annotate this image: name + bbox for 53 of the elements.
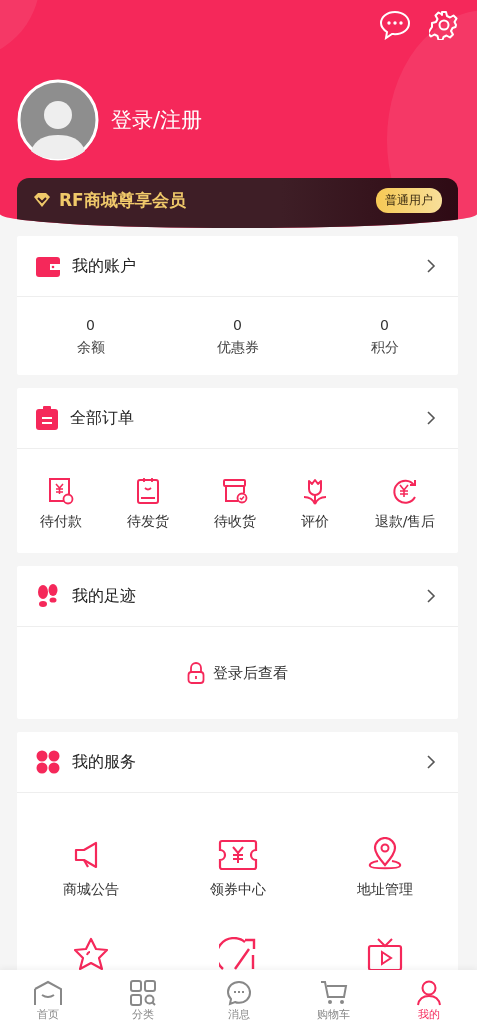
user-icon <box>417 980 442 1006</box>
tab[interactable]: 购物车 <box>286 970 382 1024</box>
login-hint[interactable]: 登录后查看 <box>213 663 288 683</box>
footprints-icon <box>36 584 60 608</box>
coupon-icon[interactable] <box>217 839 258 871</box>
message-icon[interactable] <box>379 10 411 40</box>
footprint-title: 我的足迹 <box>72 585 137 607</box>
order-status-item[interactable]: 评价 <box>301 477 330 531</box>
login-link[interactable]: 登录/注册 <box>111 106 203 134</box>
grid-icon <box>36 750 60 774</box>
services-title: 我的服务 <box>72 751 137 773</box>
order-status-item[interactable]: 待收货 <box>214 477 257 531</box>
location-pin-icon[interactable] <box>366 837 403 871</box>
order-status-item[interactable]: 待发货 <box>126 477 169 531</box>
tab[interactable]: 我的 <box>381 970 477 1024</box>
chevron-right-icon[interactable] <box>426 588 436 604</box>
order-status-item[interactable]: 退款/售后 <box>374 477 436 531</box>
diamond-icon <box>33 192 51 208</box>
avatar[interactable] <box>17 79 99 161</box>
account-title: 我的账户 <box>72 255 137 277</box>
tab[interactable]: 分类 <box>95 970 191 1024</box>
service-label[interactable]: 领券中心 <box>209 881 266 899</box>
stat-label[interactable]: 优惠券 <box>216 339 259 357</box>
chevron-right-icon[interactable] <box>426 258 436 274</box>
orders-title: 全部订单 <box>70 407 135 429</box>
member-title: RF商城尊享会员 <box>59 188 187 212</box>
stat-label[interactable]: 余额 <box>76 339 105 357</box>
home-icon <box>32 980 63 1006</box>
chevron-right-icon[interactable] <box>426 754 436 770</box>
bag-icon <box>134 477 161 505</box>
member-level-badge: 普通用户 <box>376 187 442 213</box>
wallet-icon <box>36 255 60 277</box>
order-status-item[interactable]: 待付款 <box>39 477 82 531</box>
tab[interactable]: 消息 <box>190 970 287 1024</box>
chevron-right-icon[interactable] <box>426 410 436 426</box>
tab[interactable]: 首页 <box>0 970 96 1024</box>
tv-icon[interactable] <box>366 937 403 971</box>
lock-icon <box>187 662 205 684</box>
category-icon <box>130 980 157 1006</box>
settings-icon[interactable] <box>429 10 459 40</box>
service-label[interactable]: 商城公告 <box>62 881 119 899</box>
service-label[interactable]: 地址管理 <box>356 881 413 899</box>
chat-icon <box>225 980 252 1006</box>
stat-value: 0 <box>86 317 95 333</box>
cart-icon <box>319 980 348 1006</box>
star-icon[interactable] <box>71 937 110 971</box>
box-icon <box>222 477 249 505</box>
stat-value: 0 <box>380 317 389 333</box>
bill-icon <box>47 477 74 505</box>
stat-label[interactable]: 积分 <box>370 339 399 357</box>
stat-value: 0 <box>233 317 242 333</box>
gauge-icon[interactable] <box>218 937 257 971</box>
clipboard-icon <box>36 406 58 430</box>
